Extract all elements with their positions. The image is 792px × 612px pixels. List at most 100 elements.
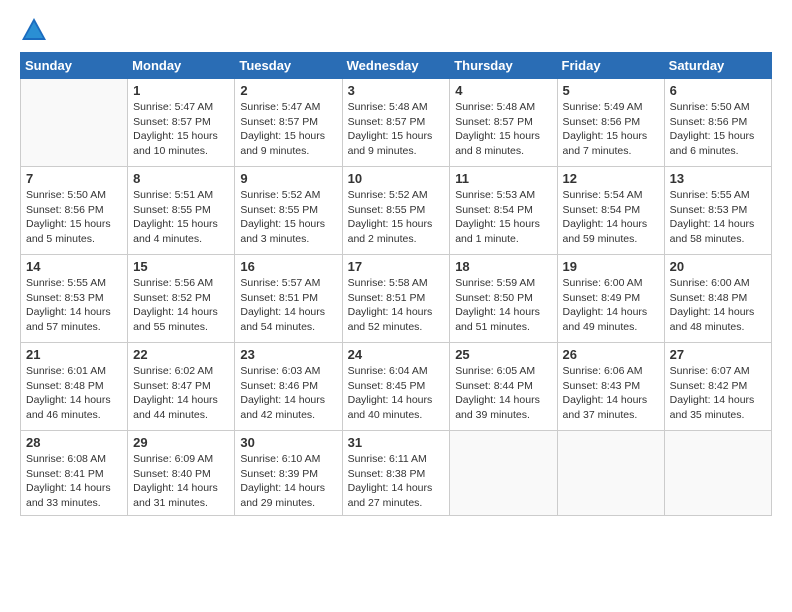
calendar-cell: 18Sunrise: 5:59 AMSunset: 8:50 PMDayligh… xyxy=(450,255,557,343)
day-number: 3 xyxy=(348,83,445,98)
calendar-cell: 26 Sunrise: 6:06 AMSunset: 8:43 PMDayligh… xyxy=(557,343,664,431)
calendar-cell: 31 Sunrise: 6:11 AMSunset: 8:38 PMDayligh… xyxy=(342,431,450,516)
day-info: Sunrise: 6:05 AMSunset: 8:44 PMDaylight:… xyxy=(455,364,551,423)
day-info: Sunrise: 6:02 AMSunset: 8:47 PMDaylight:… xyxy=(133,364,229,423)
day-info: Sunrise: 6:04 AMSunset: 8:45 PMDaylight:… xyxy=(348,364,445,423)
day-number: 19 xyxy=(563,259,659,274)
day-info: Sunrise: 6:10 AMSunset: 8:39 PMDaylight:… xyxy=(240,452,336,511)
day-info: Sunrise: 5:56 AMSunset: 8:52 PMDaylight:… xyxy=(133,276,229,335)
calendar-cell: 30 Sunrise: 6:10 AMSunset: 8:39 PMDayligh… xyxy=(235,431,342,516)
day-info: Sunrise: 5:47 AMSunset: 8:57 PMDaylight:… xyxy=(133,100,229,159)
calendar-week-row: 14 Sunrise: 5:55 AMSunset: 8:53 PMDayligh… xyxy=(21,255,772,343)
calendar-cell: 17 Sunrise: 5:58 AMSunset: 8:51 PMDayligh… xyxy=(342,255,450,343)
calendar-cell: 13Sunrise: 5:55 AMSunset: 8:53 PMDayligh… xyxy=(664,167,771,255)
calendar-cell: 27 Sunrise: 6:07 AMSunset: 8:42 PMDayligh… xyxy=(664,343,771,431)
calendar-cell: 9 Sunrise: 5:52 AMSunset: 8:55 PMDaylight… xyxy=(235,167,342,255)
day-number: 11 xyxy=(455,171,551,186)
day-number: 21 xyxy=(26,347,122,362)
calendar-header-wednesday: Wednesday xyxy=(342,53,450,79)
day-info: Sunrise: 5:52 AMSunset: 8:55 PMDaylight:… xyxy=(240,188,336,247)
day-number: 15 xyxy=(133,259,229,274)
day-number: 22 xyxy=(133,347,229,362)
day-info: Sunrise: 6:03 AMSunset: 8:46 PMDaylight:… xyxy=(240,364,336,423)
day-info: Sunrise: 5:50 AMSunset: 8:56 PMDaylight:… xyxy=(670,100,766,159)
calendar-cell: 24 Sunrise: 6:04 AMSunset: 8:45 PMDayligh… xyxy=(342,343,450,431)
day-number: 14 xyxy=(26,259,122,274)
day-number: 31 xyxy=(348,435,445,450)
calendar-cell: 25 Sunrise: 6:05 AMSunset: 8:44 PMDayligh… xyxy=(450,343,557,431)
day-number: 9 xyxy=(240,171,336,186)
calendar-cell: 11 Sunrise: 5:53 AMSunset: 8:54 PMDayligh… xyxy=(450,167,557,255)
calendar-cell xyxy=(450,431,557,516)
calendar-header-monday: Monday xyxy=(128,53,235,79)
calendar-cell: 10 Sunrise: 5:52 AMSunset: 8:55 PMDayligh… xyxy=(342,167,450,255)
day-number: 13 xyxy=(670,171,766,186)
day-number: 24 xyxy=(348,347,445,362)
day-number: 30 xyxy=(240,435,336,450)
day-number: 8 xyxy=(133,171,229,186)
calendar-cell: 12 Sunrise: 5:54 AMSunset: 8:54 PMDayligh… xyxy=(557,167,664,255)
calendar-week-row: 28 Sunrise: 6:08 AMSunset: 8:41 PMDayligh… xyxy=(21,431,772,516)
day-number: 20 xyxy=(670,259,766,274)
day-number: 27 xyxy=(670,347,766,362)
calendar-header-friday: Friday xyxy=(557,53,664,79)
day-info: Sunrise: 5:54 AMSunset: 8:54 PMDaylight:… xyxy=(563,188,659,247)
calendar-cell xyxy=(21,79,128,167)
day-info: Sunrise: 5:53 AMSunset: 8:54 PMDaylight:… xyxy=(455,188,551,247)
day-info: Sunrise: 6:00 AMSunset: 8:49 PMDaylight:… xyxy=(563,276,659,335)
day-number: 4 xyxy=(455,83,551,98)
calendar-cell: 6Sunrise: 5:50 AMSunset: 8:56 PMDaylight… xyxy=(664,79,771,167)
calendar-cell: 23Sunrise: 6:03 AMSunset: 8:46 PMDayligh… xyxy=(235,343,342,431)
day-info: Sunrise: 5:50 AMSunset: 8:56 PMDaylight:… xyxy=(26,188,122,247)
calendar-header-row: SundayMondayTuesdayWednesdayThursdayFrid… xyxy=(21,53,772,79)
day-info: Sunrise: 5:48 AMSunset: 8:57 PMDaylight:… xyxy=(348,100,445,159)
logo xyxy=(20,16,52,44)
day-info: Sunrise: 5:48 AMSunset: 8:57 PMDaylight:… xyxy=(455,100,551,159)
day-number: 12 xyxy=(563,171,659,186)
day-info: Sunrise: 5:59 AMSunset: 8:50 PMDaylight:… xyxy=(455,276,551,335)
calendar-cell: 1Sunrise: 5:47 AMSunset: 8:57 PMDaylight… xyxy=(128,79,235,167)
page-container: SundayMondayTuesdayWednesdayThursdayFrid… xyxy=(0,0,792,526)
day-info: Sunrise: 5:47 AMSunset: 8:57 PMDaylight:… xyxy=(240,100,336,159)
day-number: 25 xyxy=(455,347,551,362)
day-number: 5 xyxy=(563,83,659,98)
calendar-cell: 29 Sunrise: 6:09 AMSunset: 8:40 PMDayligh… xyxy=(128,431,235,516)
calendar-cell: 20Sunrise: 6:00 AMSunset: 8:48 PMDayligh… xyxy=(664,255,771,343)
day-number: 16 xyxy=(240,259,336,274)
calendar-week-row: 21 Sunrise: 6:01 AMSunset: 8:48 PMDayligh… xyxy=(21,343,772,431)
calendar-cell: 16Sunrise: 5:57 AMSunset: 8:51 PMDayligh… xyxy=(235,255,342,343)
day-number: 10 xyxy=(348,171,445,186)
calendar-cell xyxy=(664,431,771,516)
calendar-cell: 8Sunrise: 5:51 AMSunset: 8:55 PMDaylight… xyxy=(128,167,235,255)
day-info: Sunrise: 5:58 AMSunset: 8:51 PMDaylight:… xyxy=(348,276,445,335)
day-number: 7 xyxy=(26,171,122,186)
calendar-cell: 7 Sunrise: 5:50 AMSunset: 8:56 PMDaylight… xyxy=(21,167,128,255)
calendar-cell xyxy=(557,431,664,516)
calendar-cell: 22 Sunrise: 6:02 AMSunset: 8:47 PMDayligh… xyxy=(128,343,235,431)
calendar-cell: 19 Sunrise: 6:00 AMSunset: 8:49 PMDayligh… xyxy=(557,255,664,343)
calendar-week-row: 7 Sunrise: 5:50 AMSunset: 8:56 PMDaylight… xyxy=(21,167,772,255)
day-info: Sunrise: 6:09 AMSunset: 8:40 PMDaylight:… xyxy=(133,452,229,511)
day-number: 29 xyxy=(133,435,229,450)
page-header xyxy=(20,16,772,44)
calendar-table: SundayMondayTuesdayWednesdayThursdayFrid… xyxy=(20,52,772,516)
logo-icon xyxy=(20,16,48,44)
day-info: Sunrise: 5:52 AMSunset: 8:55 PMDaylight:… xyxy=(348,188,445,247)
day-info: Sunrise: 5:55 AMSunset: 8:53 PMDaylight:… xyxy=(26,276,122,335)
day-info: Sunrise: 6:11 AMSunset: 8:38 PMDaylight:… xyxy=(348,452,445,511)
day-info: Sunrise: 6:06 AMSunset: 8:43 PMDaylight:… xyxy=(563,364,659,423)
day-number: 17 xyxy=(348,259,445,274)
day-number: 28 xyxy=(26,435,122,450)
day-number: 2 xyxy=(240,83,336,98)
calendar-cell: 15 Sunrise: 5:56 AMSunset: 8:52 PMDayligh… xyxy=(128,255,235,343)
day-info: Sunrise: 6:01 AMSunset: 8:48 PMDaylight:… xyxy=(26,364,122,423)
calendar-header-thursday: Thursday xyxy=(450,53,557,79)
calendar-header-saturday: Saturday xyxy=(664,53,771,79)
calendar-week-row: 1Sunrise: 5:47 AMSunset: 8:57 PMDaylight… xyxy=(21,79,772,167)
calendar-cell: 14 Sunrise: 5:55 AMSunset: 8:53 PMDayligh… xyxy=(21,255,128,343)
calendar-cell: 4 Sunrise: 5:48 AMSunset: 8:57 PMDaylight… xyxy=(450,79,557,167)
calendar-cell: 3 Sunrise: 5:48 AMSunset: 8:57 PMDaylight… xyxy=(342,79,450,167)
day-number: 26 xyxy=(563,347,659,362)
day-info: Sunrise: 6:07 AMSunset: 8:42 PMDaylight:… xyxy=(670,364,766,423)
day-info: Sunrise: 6:08 AMSunset: 8:41 PMDaylight:… xyxy=(26,452,122,511)
